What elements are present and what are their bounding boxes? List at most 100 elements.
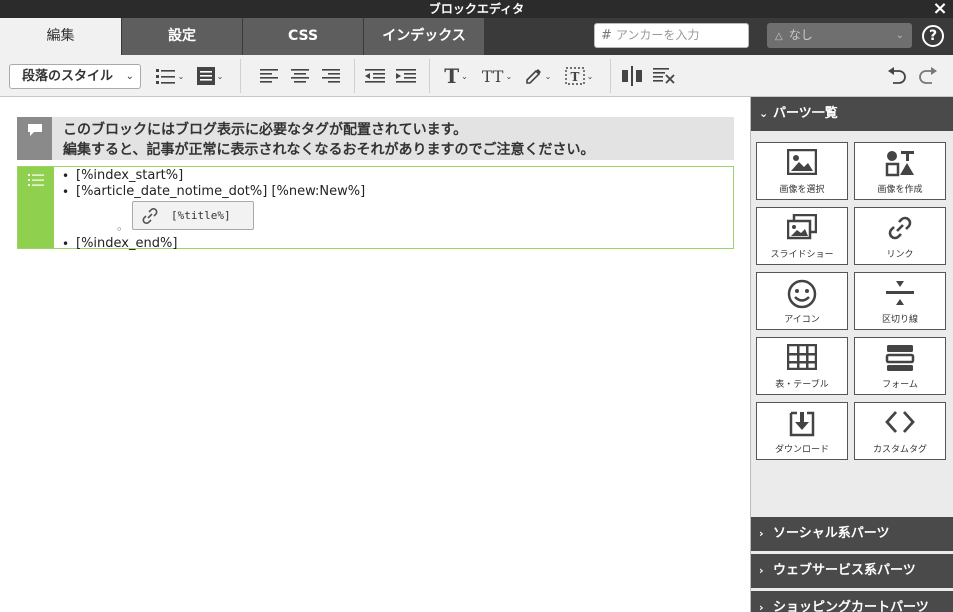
part-image-select[interactable]: 画像を選択 [756, 142, 848, 200]
chevron-down-icon: ⌄ [759, 107, 769, 120]
section-label: ショッピングカートパーツ [773, 600, 929, 612]
toolbar-divider [429, 59, 430, 93]
bullet-list-icon [155, 69, 175, 84]
text-size-icon: T [444, 64, 460, 88]
part-label: 表・テーブル [775, 380, 829, 390]
part-slideshow[interactable]: スライドショー [756, 207, 848, 265]
hash-icon: # [601, 28, 612, 43]
chevron-down-icon: ⌄ [586, 71, 594, 81]
align-right-icon [322, 69, 340, 83]
part-label: フォーム [882, 380, 918, 390]
part-image-create[interactable]: 画像を作成 [854, 142, 946, 200]
align-center-icon [291, 69, 309, 83]
parts-list-header[interactable]: ⌄ パーツ一覧 [751, 97, 953, 131]
chevron-down-icon: ⌄ [177, 71, 185, 81]
font-size-button[interactable]: T ⌄ [438, 64, 474, 88]
anchor-type-select[interactable]: △ なし ⌄ [767, 23, 912, 48]
indent-icon [396, 69, 416, 83]
part-link[interactable]: リンク [854, 207, 946, 265]
slideshow-icon [787, 214, 817, 240]
part-label: アイコン [784, 315, 820, 325]
smiley-icon [787, 279, 817, 309]
selector-value: なし [788, 28, 813, 42]
notice-line-2: 編集すると、記事が正常に表示されなくなるおそれがありますのでご注意ください。 [63, 142, 595, 158]
section-label: ソーシャル系パーツ [773, 526, 890, 541]
part-table[interactable]: 表・テーブル [756, 337, 848, 395]
anchor-input[interactable]: # アンカーを入力 [594, 23, 749, 48]
part-label: 区切り線 [881, 315, 918, 325]
part-download[interactable]: ダウンロード [756, 402, 848, 460]
image-create-icon [885, 151, 914, 177]
line-height-button[interactable]: TT ⌄ [478, 64, 516, 88]
list-item-text: [%index_end%] [76, 236, 178, 251]
text-box-button[interactable]: T ⌄ [560, 64, 598, 88]
social-parts-header[interactable]: › ソーシャル系パーツ [751, 517, 953, 551]
list-icon [28, 174, 44, 186]
block-format-button[interactable]: ⌄ [192, 64, 228, 88]
toolbar-divider [240, 59, 241, 93]
insert-column-button[interactable] [619, 64, 645, 88]
indent-button[interactable] [393, 64, 419, 88]
part-label: 画像を選択 [779, 185, 825, 195]
table-icon [787, 344, 817, 370]
part-label: 画像を作成 [877, 185, 923, 195]
svg-text:T: T [570, 70, 579, 84]
list-item-text: [%article_date_notime_dot%] [%new:New%] [76, 184, 366, 199]
editor-toolbar: 段落のスタイル ⌄ ⌄ ⌄ T ⌄ TT ⌄ ⌄ T ⌄ [0, 55, 953, 97]
shopping-cart-parts-header[interactable]: › ショッピングカートパーツ [751, 591, 953, 612]
align-center-button[interactable] [287, 64, 313, 88]
align-right-button[interactable] [318, 64, 344, 88]
undo-button[interactable] [885, 64, 909, 88]
sub-bullet: ◦ [116, 223, 123, 236]
part-custom-tag[interactable]: カスタムタグ [854, 402, 946, 460]
list-item: • [%article_date_notime_dot%] [%new:New%] [62, 184, 366, 199]
title-link-chip[interactable]: [%title%] [132, 201, 254, 230]
chevron-down-icon: ⌄ [895, 30, 904, 41]
image-select-icon [787, 149, 817, 175]
section-label: ウェブサービス系パーツ [773, 563, 916, 578]
list-item: • [%index_end%] [62, 236, 178, 251]
toolbar-divider [354, 59, 355, 93]
part-label: カスタムタグ [872, 445, 927, 455]
clear-format-button[interactable] [650, 64, 678, 88]
form-icon [885, 345, 915, 371]
link-icon [888, 216, 912, 240]
parts-list-title: パーツ一覧 [773, 106, 838, 121]
text-box-icon: T [564, 67, 585, 85]
list-block-handle[interactable] [18, 167, 54, 248]
part-form[interactable]: フォーム [854, 337, 946, 395]
paragraph-style-label: 段落のスタイル [22, 69, 114, 84]
outdent-button[interactable] [362, 64, 388, 88]
triangle-icon: △ [775, 31, 783, 42]
clear-format-icon [653, 68, 675, 84]
divider-icon [886, 281, 914, 305]
help-icon[interactable]: ? [922, 25, 944, 47]
list-item: • [%index_start%] [62, 168, 184, 183]
chevron-right-icon: › [759, 601, 764, 612]
tab-css[interactable]: CSS [243, 18, 364, 55]
custom-tag-icon [885, 411, 915, 433]
eyedropper-icon [525, 69, 541, 84]
window-title-bar: ブロックエディタ × [0, 0, 953, 18]
paragraph-style-select[interactable]: 段落のスタイル ⌄ [9, 64, 141, 89]
bullet-list-button[interactable]: ⌄ [152, 64, 188, 88]
tab-settings[interactable]: 設定 [122, 18, 243, 55]
undo-icon [888, 67, 906, 84]
part-divider[interactable]: 区切り線 [854, 272, 946, 330]
part-label: スライドショー [770, 250, 834, 260]
list-block[interactable]: • [%index_start%] • [%article_date_notime_… [17, 166, 734, 251]
web-service-parts-header[interactable]: › ウェブサービス系パーツ [751, 554, 953, 588]
anchor-placeholder: アンカーを入力 [615, 28, 700, 42]
tab-index[interactable]: インデックス [364, 18, 485, 55]
notice-text: このブロックにはブログ表示に必要なタグが配置されています。 編集すると、記事が正… [63, 120, 594, 160]
insert-column-icon [622, 66, 642, 86]
redo-button[interactable] [916, 64, 940, 88]
block-format-icon [196, 67, 215, 85]
text-color-button[interactable]: ⌄ [520, 64, 556, 88]
outdent-icon [365, 69, 385, 83]
close-icon[interactable]: × [931, 0, 949, 19]
align-left-button[interactable] [256, 64, 282, 88]
part-icon[interactable]: アイコン [756, 272, 848, 330]
editor-canvas[interactable]: このブロックにはブログ表示に必要なタグが配置されています。 編集すると、記事が正… [0, 97, 750, 612]
tab-edit[interactable]: 編集 [0, 18, 122, 55]
